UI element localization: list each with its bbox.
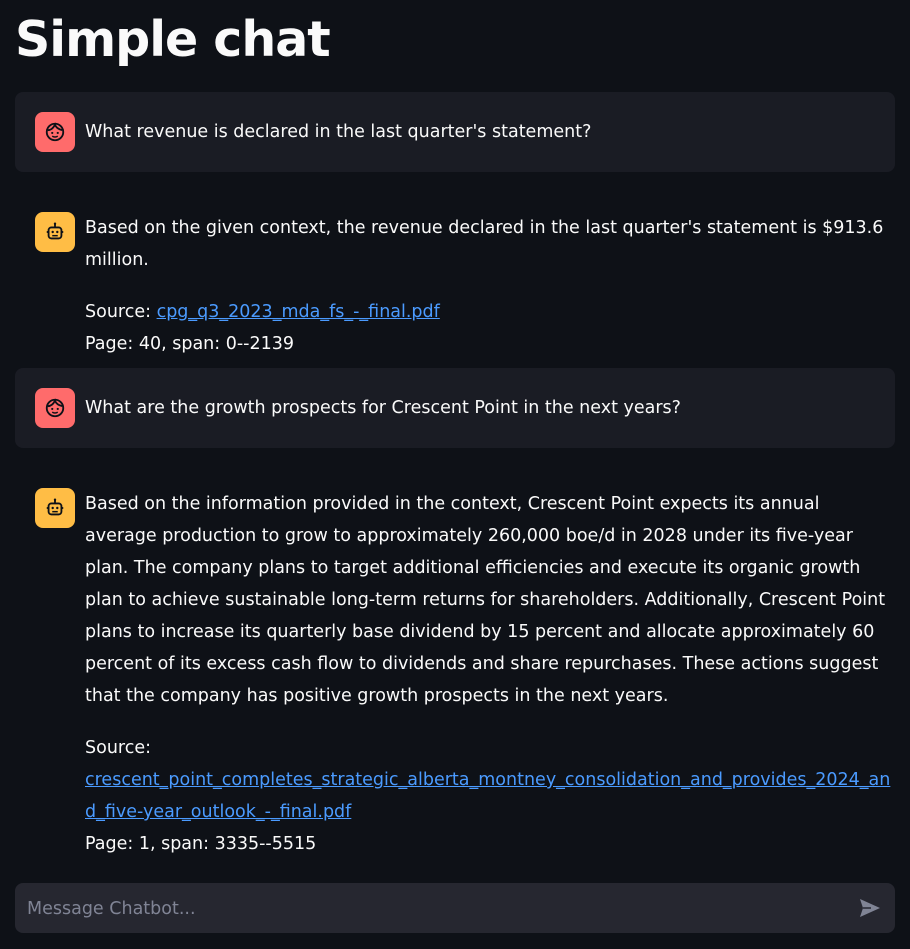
bot-icon [46,498,64,516]
chat-message-user: What revenue is declared in the last qua… [15,92,895,172]
message-text: What are the growth prospects for Cresce… [85,398,681,418]
source-link[interactable]: crescent_point_completes_strategic_alber… [85,770,890,822]
chat-input-bar [15,883,895,935]
page-span-info: Page: 1, span: 3335--5515 [85,834,317,854]
chat-page: Simple chat What revenue is declared in … [0,0,910,949]
chat-message-assistant: Based on the information provided in the… [15,468,895,868]
user-avatar [35,388,75,428]
page-title: Simple chat [15,11,331,68]
message-text: Based on the given context, the revenue … [85,218,884,270]
message-input[interactable] [25,883,849,935]
source-label: Source: [85,738,152,758]
send-icon [860,899,880,917]
user-avatar [35,112,75,152]
chat-message-user: What are the growth prospects for Cresce… [15,368,895,448]
source-line: crescent_point_completes_strategic_alber… [85,764,895,828]
source-link[interactable]: cpg_q3_2023_mda_fs_-_final.pdf [157,302,440,322]
message-text: What revenue is declared in the last qua… [85,122,592,142]
user-face-icon [45,398,65,418]
source-line: Source: cpg_q3_2023_mda_fs_-_final.pdf [85,296,895,328]
source-label: Source: [85,302,157,322]
page-span-info: Page: 40, span: 0--2139 [85,334,295,354]
bot-avatar [35,488,75,528]
bot-icon [46,222,64,240]
message-text: Based on the information provided in the… [85,494,886,706]
bot-avatar [35,212,75,252]
chat-message-assistant: Based on the given context, the revenue … [15,192,895,354]
send-button[interactable] [857,895,883,921]
user-face-icon [45,122,65,142]
